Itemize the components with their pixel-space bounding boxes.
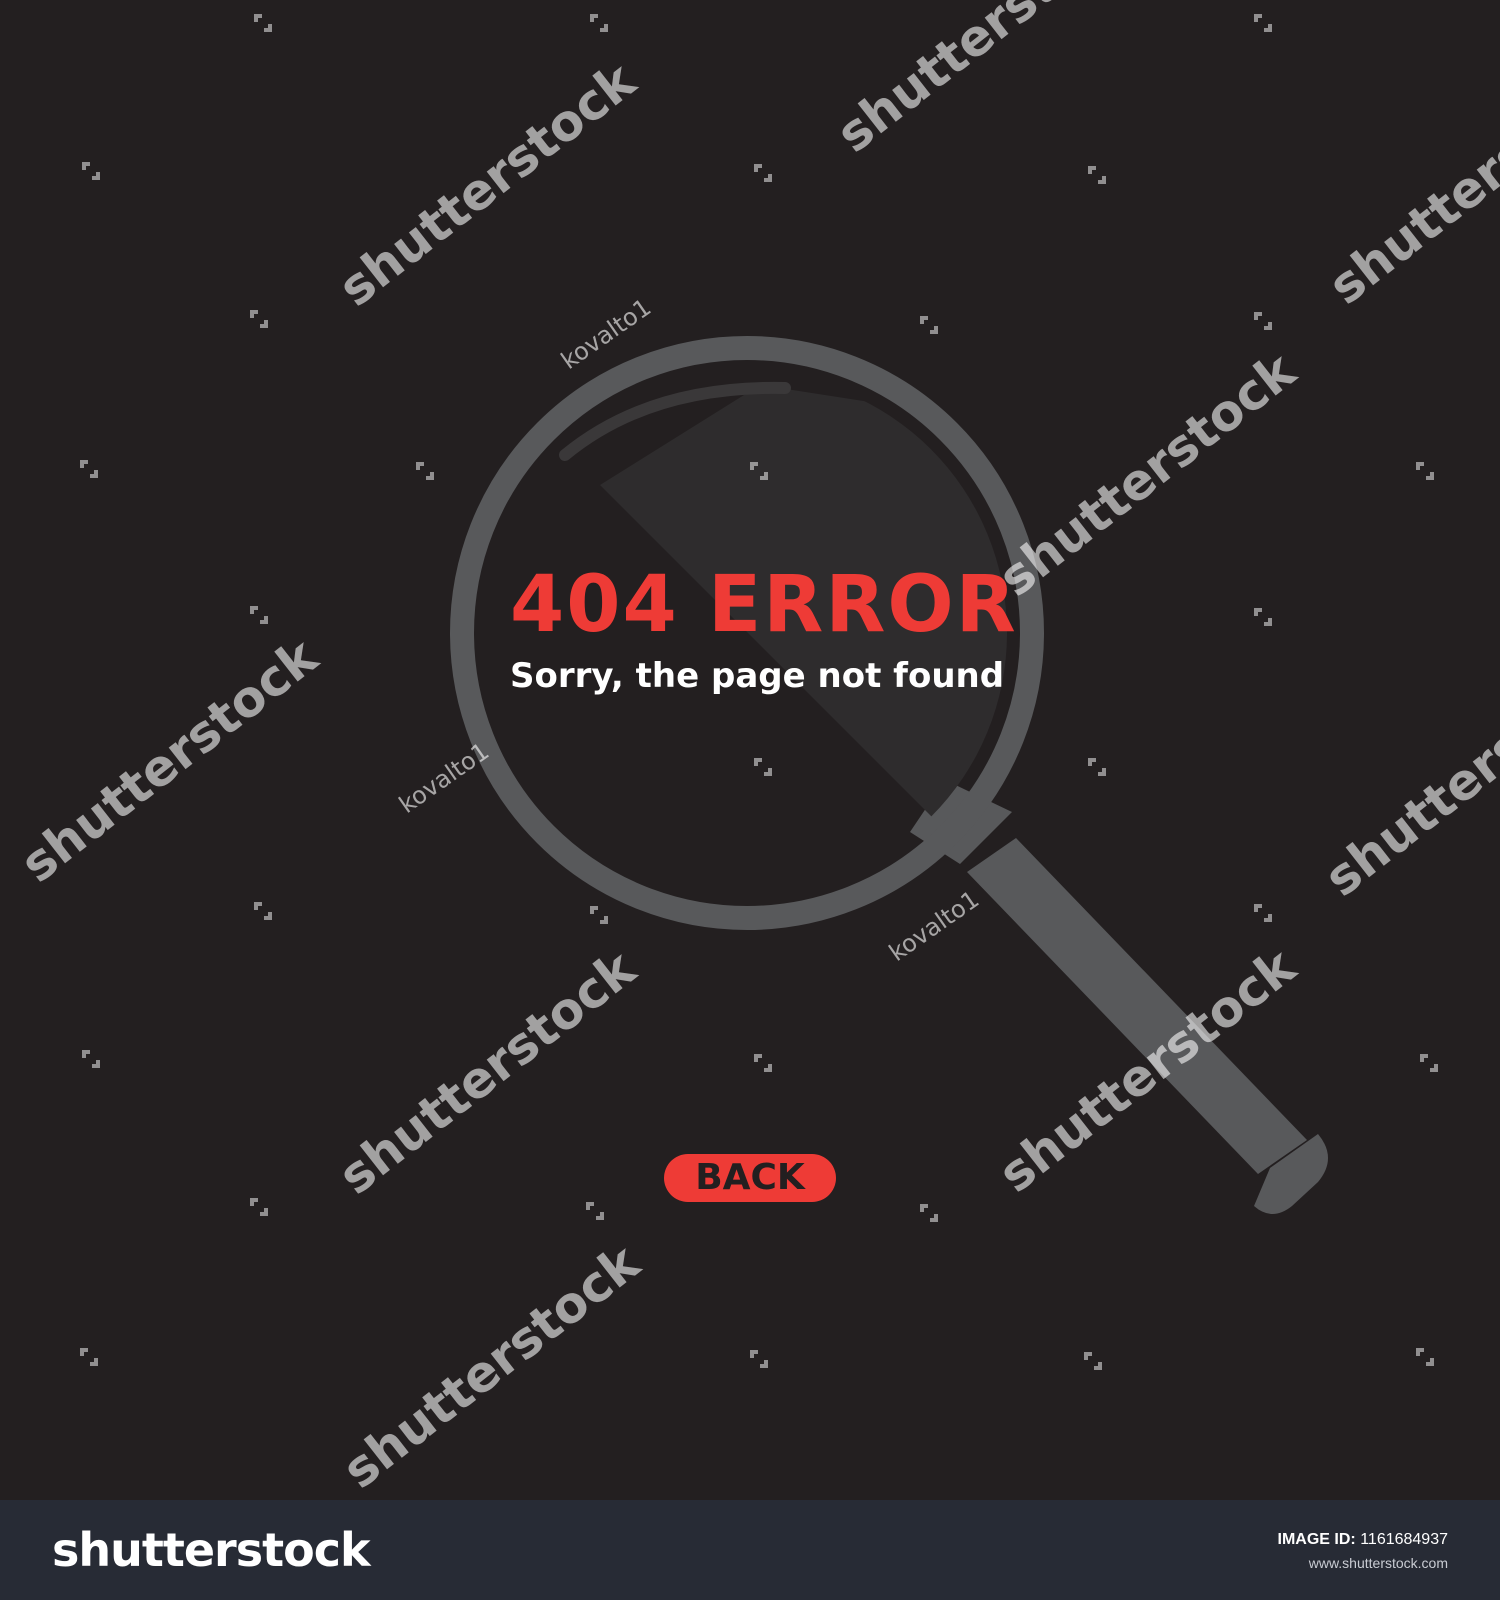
error-message: Sorry, the page not found	[510, 656, 1005, 696]
image-id: IMAGE ID: 1161684937	[1278, 1530, 1448, 1550]
image-id-label: IMAGE ID:	[1277, 1531, 1356, 1548]
magnifying-glass-icon	[450, 336, 1328, 1214]
back-button[interactable]: BACK	[664, 1154, 836, 1202]
site-url: www.shutterstock.com	[1308, 1555, 1448, 1571]
brand-logo: shutterstock	[52, 1523, 371, 1577]
footer-bar: shutterstock IMAGE ID: 1161684937 www.sh…	[0, 1500, 1500, 1600]
error-page: shutterstock shutterstock shutterstock s…	[0, 0, 1500, 1500]
image-id-value: 1161684937	[1360, 1531, 1448, 1548]
error-title: 404 ERROR	[510, 560, 1018, 650]
